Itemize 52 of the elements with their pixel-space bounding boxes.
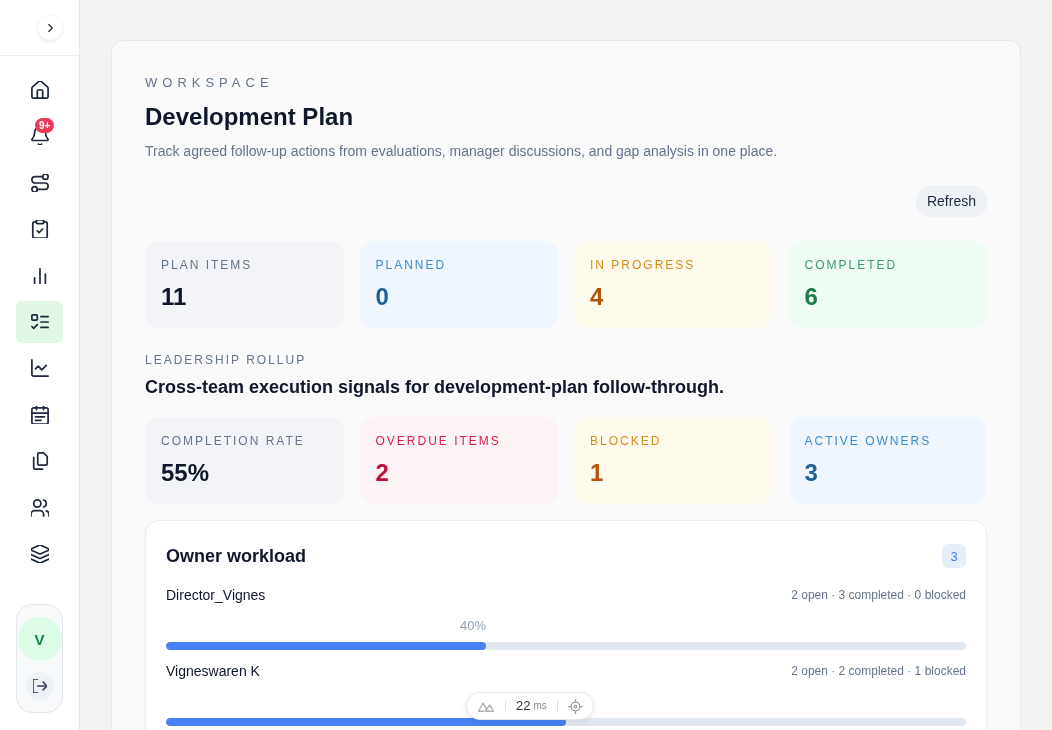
users-icon [30, 498, 49, 517]
owner-stats: 2 open · 2 completed · 1 blocked [791, 663, 966, 679]
page-description: Track agreed follow-up actions from evaluations, manager discussions, and gap analysis in one place. [145, 142, 779, 161]
stat-value: 3 [804, 458, 818, 488]
clipboard-check-icon [30, 220, 49, 239]
logout-icon [32, 679, 47, 693]
section-eyebrow: WORKSPACE [145, 75, 275, 91]
route-icon [30, 173, 49, 192]
owner-count-badge: 3 [942, 544, 966, 568]
calendar-icon [30, 405, 49, 424]
home-icon [30, 81, 49, 99]
owner-stats: 2 open · 3 completed · 0 blocked [791, 587, 966, 603]
owner-name: Vigneswaren K [166, 662, 260, 681]
progress-percent: 40% [459, 618, 486, 633]
layers-icon [30, 544, 49, 563]
section-eyebrow: LEADERSHIP ROLLUP [145, 352, 308, 368]
section-title: Cross-team execution signals for development-plan follow-through. [145, 376, 726, 399]
stat-value: 6 [804, 282, 818, 312]
time-unit: ms [533, 699, 547, 713]
panel-title: Owner workload [166, 545, 307, 568]
refresh-button[interactable]: Refresh [915, 186, 987, 216]
chevron-icon [46, 22, 54, 33]
bell-icon [30, 127, 49, 146]
nav-item[interactable]: 9+ [16, 115, 63, 158]
line-chart-icon [30, 359, 49, 378]
user-avatar[interactable]: V [17, 617, 62, 661]
stat-label: ACTIVE OWNERS [804, 433, 932, 449]
stat-label: BLOCKED [590, 433, 662, 449]
stat-label: OVERDUE ITEMS [375, 433, 501, 449]
stat-value: 1 [590, 458, 604, 488]
crosshair-icon[interactable] [567, 698, 583, 714]
page-title: Development Plan [145, 102, 355, 132]
sidebar-toggle-button[interactable] [38, 15, 62, 40]
notification-badge: 9+ [35, 118, 55, 134]
copy-icon [30, 452, 49, 471]
stat-value: 0 [375, 282, 389, 312]
render-time: 22 [516, 698, 531, 714]
stat-label: IN PROGRESS [590, 257, 696, 273]
mountain-icon [477, 700, 495, 712]
stat-value: 11 [161, 282, 187, 312]
stat-label: PLANNED [375, 257, 447, 273]
stat-label: COMPLETED [804, 257, 898, 273]
stat-label: COMPLETION RATE [161, 433, 305, 449]
stat-value: 4 [590, 282, 604, 312]
devtools-pill[interactable]: 22 ms [466, 692, 594, 720]
stat-value: 55% [161, 458, 210, 488]
stat-value: 2 [375, 458, 389, 488]
owner-name: Director_Vignes [166, 586, 266, 605]
nav-item[interactable] [16, 300, 63, 343]
logout-button[interactable] [25, 672, 54, 700]
stat-label: PLAN ITEMS [161, 257, 253, 273]
checklist-icon [30, 312, 49, 331]
